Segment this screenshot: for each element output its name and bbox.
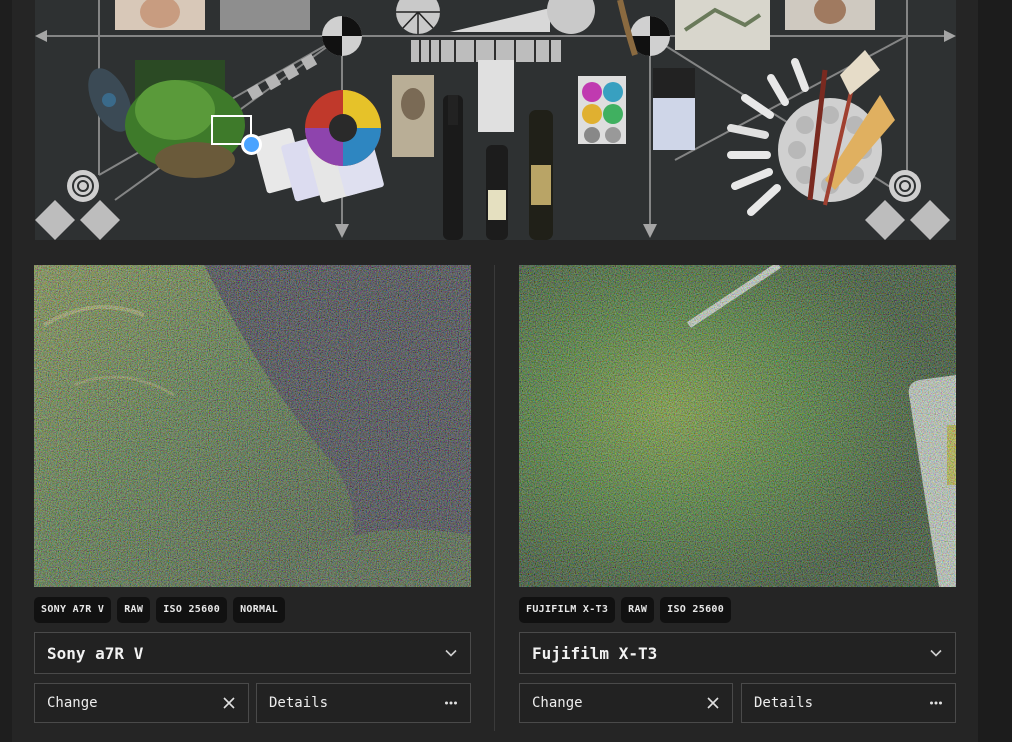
tag-mode: NORMAL <box>233 597 286 623</box>
right-tag-row: FUJIFILM X-T3 RAW ISO 25600 <box>519 597 732 623</box>
tag-format: RAW <box>117 597 151 623</box>
tag-camera-model: FUJIFILM X-T3 <box>519 597 616 623</box>
change-label: Change <box>532 695 583 711</box>
right-camera-name: Fujifilm X-T3 <box>532 643 658 663</box>
right-noisy-crop <box>519 265 956 587</box>
left-tag-row: SONY A7R V RAW ISO 25600 NORMAL <box>34 597 286 623</box>
scroll-rail[interactable] <box>978 0 1012 742</box>
scene-illustration <box>35 0 956 240</box>
left-noisy-crop <box>34 265 471 587</box>
details-label: Details <box>754 695 814 711</box>
left-camera-select[interactable]: Sony a7R V <box>34 632 471 674</box>
chevron-down-icon <box>930 649 942 657</box>
tag-format: RAW <box>621 597 655 623</box>
right-details-button[interactable]: Details <box>741 683 956 723</box>
more-horizontal-icon <box>445 701 457 705</box>
tag-iso: ISO 25600 <box>660 597 732 623</box>
close-icon[interactable] <box>706 696 720 710</box>
right-crop-image[interactable] <box>519 265 956 587</box>
left-change-button[interactable]: Change <box>34 683 249 723</box>
more-horizontal-icon <box>930 701 942 705</box>
chevron-down-icon <box>445 649 457 657</box>
details-label: Details <box>269 695 329 711</box>
tag-camera-model: SONY A7R V <box>34 597 112 623</box>
left-details-button[interactable]: Details <box>256 683 471 723</box>
close-icon[interactable] <box>222 696 236 710</box>
tag-iso: ISO 25600 <box>156 597 228 623</box>
right-camera-select[interactable]: Fujifilm X-T3 <box>519 632 956 674</box>
left-crop-image[interactable] <box>34 265 471 587</box>
column-divider <box>494 265 495 731</box>
scene-overview-image[interactable] <box>35 0 956 240</box>
right-change-button[interactable]: Change <box>519 683 733 723</box>
left-camera-name: Sony a7R V <box>47 643 144 663</box>
selection-drag-handle[interactable] <box>241 134 262 155</box>
change-label: Change <box>47 695 98 711</box>
